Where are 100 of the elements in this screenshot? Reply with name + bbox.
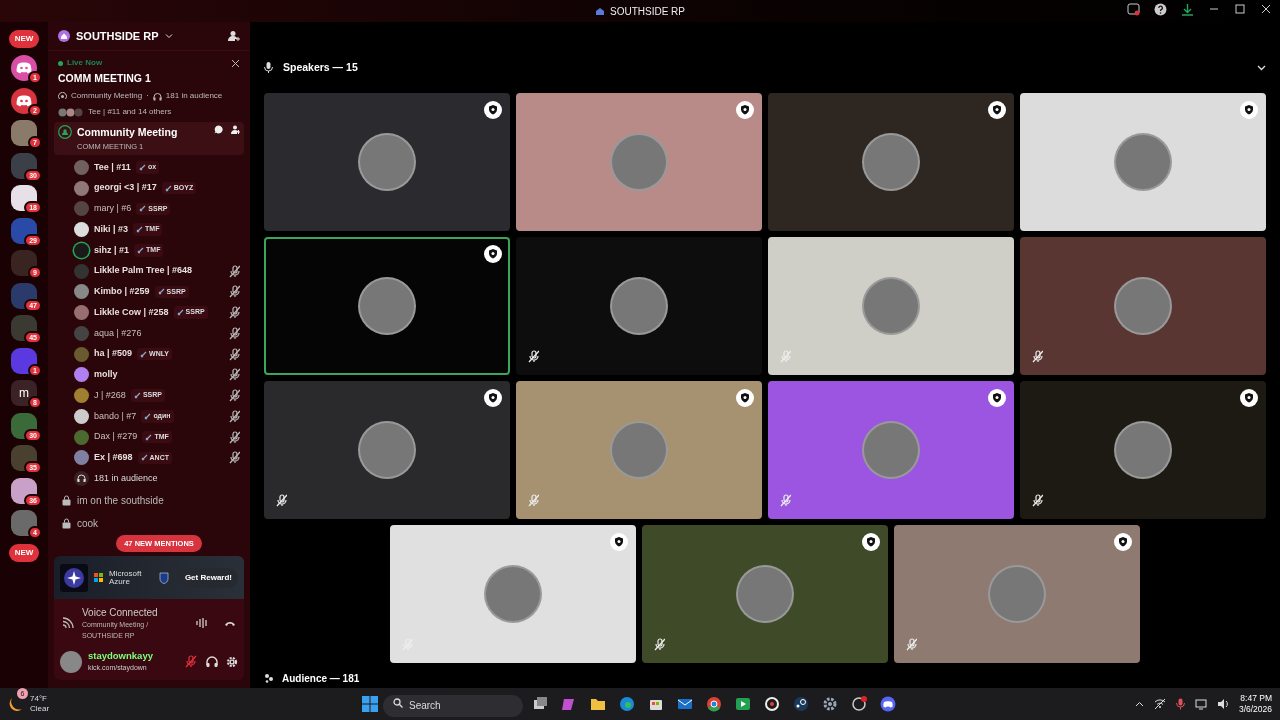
shield-logo-icon	[159, 571, 169, 584]
display-icon[interactable]	[1194, 698, 1207, 710]
download-icon[interactable]	[1181, 3, 1194, 16]
server-avatar[interactable]	[11, 282, 37, 309]
member-name[interactable]: Likkle Palm Tree | #648	[94, 264, 193, 278]
server-avatar[interactable]	[11, 510, 37, 536]
server-name[interactable]: SOUTHSIDE RP	[76, 27, 159, 45]
speaker-tile[interactable]	[768, 92, 1014, 231]
member-name[interactable]: georgi <3 | #17	[94, 181, 157, 195]
audience-count: 181 in audience	[94, 471, 158, 485]
volume-icon[interactable]	[1216, 698, 1229, 710]
window-title: SOUTHSIDE RP	[610, 4, 685, 19]
event-title: COMM MEETING 1	[58, 71, 152, 87]
sword-icon	[164, 184, 172, 192]
discord-logo-icon[interactable]	[11, 55, 37, 81]
avatar-placeholder	[610, 276, 668, 335]
discord-logo-icon[interactable]	[11, 87, 37, 114]
chrome-icon[interactable]	[706, 696, 722, 713]
sword-icon	[136, 226, 144, 234]
add-member-icon[interactable]	[231, 125, 240, 134]
help-icon[interactable]	[1154, 3, 1167, 16]
speaker-tile[interactable]	[264, 92, 510, 231]
member-name[interactable]: aqua | #276	[94, 326, 142, 341]
speaker-tile[interactable]	[1020, 380, 1266, 519]
server-avatar[interactable]	[11, 185, 37, 211]
steam-icon[interactable]	[793, 696, 809, 713]
member-name[interactable]: Niki | #3	[94, 222, 129, 237]
member-name[interactable]: J | #268	[94, 388, 126, 403]
chevron-up-icon[interactable]	[1134, 699, 1144, 709]
text-channel-item[interactable]: cook	[48, 512, 250, 535]
people-icon	[264, 673, 274, 684]
headphones-icon[interactable]	[206, 655, 218, 668]
get-reward-button[interactable]: Get Reward!	[178, 567, 238, 588]
folder-icon[interactable]	[590, 696, 606, 713]
speaker-tile[interactable]	[264, 236, 510, 375]
speaker-tile[interactable]	[768, 236, 1014, 375]
add-member-icon[interactable]	[228, 30, 240, 43]
speaker-tile[interactable]	[516, 380, 762, 519]
soundwave-icon[interactable]	[196, 617, 208, 630]
muted-mic-icon[interactable]	[185, 655, 198, 669]
speaker-tile[interactable]	[516, 236, 762, 375]
username: staydownkayy	[88, 649, 153, 664]
text-channel-item[interactable]: im on the southside	[48, 489, 250, 512]
speaker-tile[interactable]	[516, 92, 762, 231]
recording-app-icon[interactable]	[851, 696, 867, 713]
sword-icon	[133, 392, 141, 400]
circle-app-icon[interactable]	[764, 696, 780, 713]
maximize-icon[interactable]	[1234, 3, 1246, 15]
speaker-tile[interactable]	[390, 524, 636, 663]
member-name[interactable]: sihz | #1	[94, 243, 130, 258]
speaker-tile[interactable]	[1020, 236, 1266, 375]
server-avatar[interactable]	[11, 477, 37, 504]
mic-icon[interactable]	[1175, 698, 1185, 710]
inbox-icon[interactable]	[1127, 3, 1140, 16]
close-icon[interactable]	[231, 58, 240, 68]
server-avatar[interactable]	[11, 250, 37, 276]
network-icon[interactable]	[1153, 698, 1166, 710]
new-pill[interactable]: NEW	[8, 543, 40, 562]
member-name[interactable]: molly	[94, 368, 118, 382]
speakers-summary: Tee | #11 and 14 others	[88, 106, 172, 118]
member-name[interactable]: Dax | #279	[94, 430, 138, 444]
server-avatar[interactable]	[11, 152, 37, 179]
office-app-icon[interactable]	[561, 696, 577, 713]
sword-icon	[144, 412, 152, 420]
speaker-tile[interactable]	[642, 524, 888, 663]
server-avatar[interactable]	[11, 315, 37, 341]
discord-app-icon[interactable]	[880, 696, 896, 713]
live-dot	[58, 60, 63, 66]
close-icon[interactable]	[1260, 3, 1272, 15]
chat-icon[interactable]	[214, 125, 223, 134]
server-avatar[interactable]	[11, 445, 37, 471]
new-pill[interactable]: NEW	[8, 30, 40, 48]
member-name[interactable]: mary | #6	[94, 202, 132, 216]
speaker-tile[interactable]	[894, 524, 1140, 663]
member-name[interactable]: ha | #509	[94, 347, 133, 361]
member-name[interactable]: Tee | #11	[94, 160, 131, 175]
speaker-tile[interactable]	[768, 380, 1014, 519]
member-name[interactable]: Kimbo | #259	[94, 285, 150, 299]
server-avatar[interactable]	[11, 412, 37, 439]
separator-dot: ·	[146, 90, 149, 102]
member-name[interactable]: Likkle Cow | #258	[94, 305, 169, 320]
speaker-avatars-drawing	[58, 107, 84, 117]
server-avatar[interactable]	[11, 217, 37, 244]
speaker-tile[interactable]	[264, 380, 510, 519]
user-avatar	[60, 650, 82, 673]
start-icon[interactable]	[362, 696, 378, 713]
chevron-down-icon[interactable]	[1257, 63, 1266, 73]
avatar-placeholder	[862, 132, 920, 191]
search-field[interactable]: Search	[383, 694, 523, 717]
settings-icon[interactable]	[226, 655, 238, 668]
member-name[interactable]: Ex | #698	[94, 451, 133, 465]
headphones-icon	[74, 471, 89, 487]
sword-icon	[137, 246, 145, 254]
weather-condition: Clear	[30, 704, 50, 714]
play-app-icon[interactable]	[735, 696, 751, 713]
brand-text: Microsoft Azure	[109, 569, 143, 586]
browser-icon[interactable]	[619, 696, 635, 713]
speaker-tile[interactable]	[1020, 92, 1266, 231]
settings-icon[interactable]	[822, 696, 838, 713]
member-name[interactable]: bando | #7	[94, 409, 137, 424]
